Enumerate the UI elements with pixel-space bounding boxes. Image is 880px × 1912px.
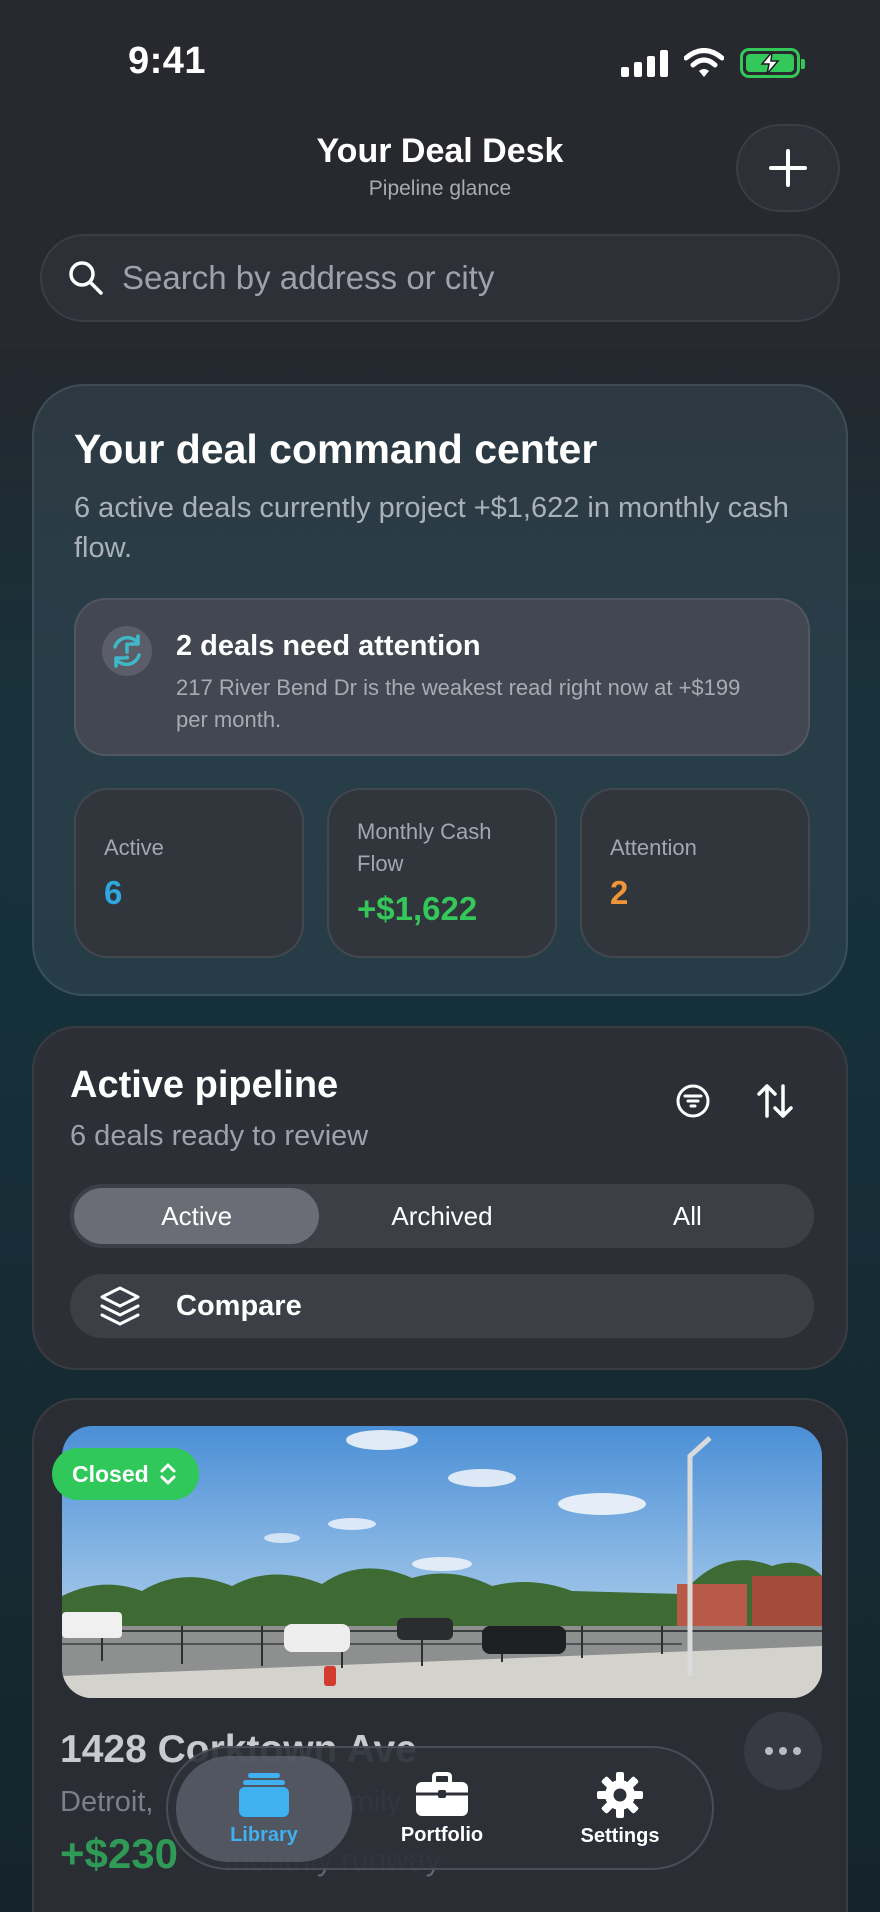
stat-value: 2	[610, 874, 629, 911]
filter-button[interactable]	[668, 1076, 718, 1126]
active-pipeline-card: Active pipeline 6 deals ready to review …	[32, 1026, 848, 1370]
stat-label: Active	[104, 835, 164, 860]
sort-icon	[757, 1084, 793, 1118]
pipeline-title: Active pipeline	[70, 1064, 339, 1106]
search-input[interactable]: Search by address or city	[40, 234, 840, 322]
compare-label: Compare	[176, 1289, 302, 1322]
tab-label: Settings	[580, 1824, 660, 1847]
command-center-card: Your deal command center 6 active deals …	[32, 384, 848, 996]
stat-value: 6	[104, 874, 123, 911]
deal-status-label: Closed	[72, 1460, 149, 1487]
attention-banner[interactable]: 2 deals need attention 217 River Bend Dr…	[74, 598, 810, 756]
alert-refresh-icon	[102, 626, 152, 676]
wifi-icon	[684, 48, 724, 77]
status-time: 9:41	[128, 40, 207, 82]
stat-active[interactable]: Active 6	[74, 788, 304, 958]
status-icons	[621, 48, 805, 78]
plus-icon	[769, 149, 807, 187]
stat-value: +$1,622	[357, 890, 478, 927]
tab-label: Portfolio	[400, 1823, 484, 1846]
segment-all[interactable]: All	[565, 1188, 810, 1244]
stat-attention[interactable]: Attention 2	[580, 788, 810, 958]
attention-title: 2 deals need attention	[176, 630, 481, 662]
bottom-tab-bar: Library Portfolio Settings	[166, 1746, 714, 1870]
filter-icon	[676, 1084, 710, 1118]
search-icon	[69, 261, 103, 295]
deal-status-selector[interactable]: Closed	[52, 1448, 199, 1500]
chevron-up-down-icon	[160, 1463, 176, 1485]
add-deal-button[interactable]	[736, 124, 840, 212]
tab-label: Library	[230, 1823, 298, 1846]
stat-label: Attention	[610, 835, 697, 860]
command-center-title: Your deal command center	[74, 426, 598, 472]
tab-library[interactable]: Library	[176, 1756, 352, 1862]
library-icon	[239, 1772, 289, 1817]
cellular-signal-icon	[621, 49, 668, 77]
segment-archived[interactable]: Archived	[319, 1188, 564, 1244]
ellipsis-icon	[765, 1747, 773, 1755]
tab-portfolio[interactable]: Portfolio	[354, 1756, 530, 1862]
segment-active[interactable]: Active	[74, 1188, 320, 1244]
layers-icon	[100, 1286, 140, 1326]
stat-label: Monthly Cash Flow	[357, 819, 492, 876]
attention-description: 217 River Bend Dr is the weakest read ri…	[176, 675, 741, 732]
tab-settings[interactable]: Settings	[532, 1756, 708, 1862]
deal-location-city: Detroit,	[60, 1786, 154, 1818]
deal-runway-value: +$230	[60, 1830, 178, 1877]
pipeline-segmented-control: Active Archived All	[70, 1184, 814, 1248]
battery-icon	[740, 48, 805, 78]
sort-button[interactable]	[750, 1076, 800, 1126]
command-center-description: 6 active deals currently project +$1,622…	[74, 492, 789, 564]
pipeline-subtitle: 6 deals ready to review	[70, 1120, 369, 1152]
briefcase-icon	[416, 1771, 468, 1816]
compare-button[interactable]: Compare	[70, 1274, 814, 1338]
search-placeholder: Search by address or city	[122, 259, 495, 296]
gear-icon	[597, 1771, 643, 1818]
deal-more-button[interactable]	[744, 1712, 822, 1790]
stat-monthly-cash-flow[interactable]: Monthly Cash Flow +$1,622	[327, 788, 557, 958]
